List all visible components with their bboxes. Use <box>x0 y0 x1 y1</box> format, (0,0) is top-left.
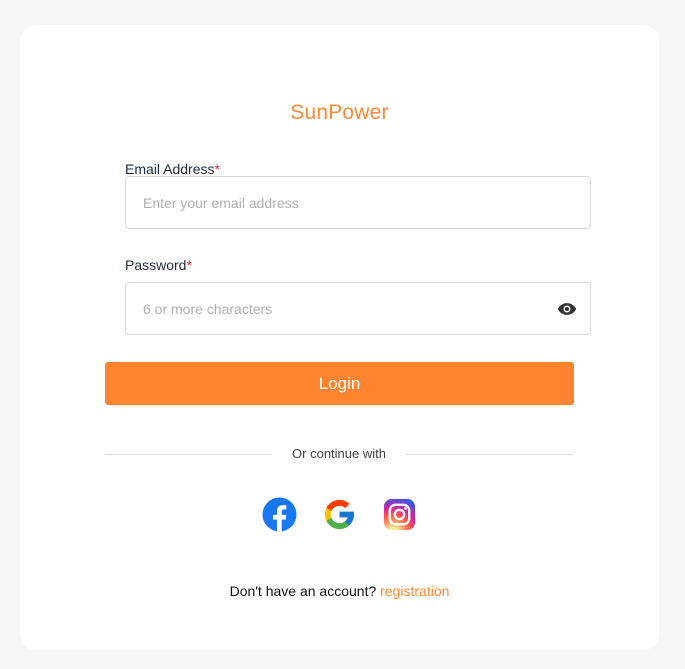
password-required-mark: * <box>186 257 192 273</box>
login-button[interactable]: Login <box>105 362 574 405</box>
email-field[interactable] <box>126 177 590 228</box>
password-label: Password* <box>125 257 192 273</box>
divider-text: Or continue with <box>292 446 386 461</box>
registration-link[interactable]: registration <box>380 583 449 599</box>
eye-icon[interactable] <box>557 301 577 317</box>
facebook-icon[interactable] <box>262 497 297 532</box>
instagram-icon[interactable] <box>382 497 417 532</box>
email-label-text: Email Address <box>125 161 215 177</box>
email-label: Email Address* <box>125 161 220 177</box>
google-icon[interactable] <box>322 497 357 532</box>
password-field-box <box>125 282 591 335</box>
footer: Don't have an account? registration <box>20 583 659 599</box>
email-field-box <box>125 176 591 229</box>
password-label-text: Password <box>125 257 187 273</box>
signup-prompt: Don't have an account? <box>229 583 377 599</box>
login-card: SunPower Email Address* Password* Login … <box>20 25 659 650</box>
divider-line-right <box>406 454 574 455</box>
email-required-mark: * <box>214 161 220 177</box>
divider-line-left <box>105 454 272 455</box>
password-field[interactable] <box>126 283 590 334</box>
brand-title: SunPower <box>290 101 389 124</box>
